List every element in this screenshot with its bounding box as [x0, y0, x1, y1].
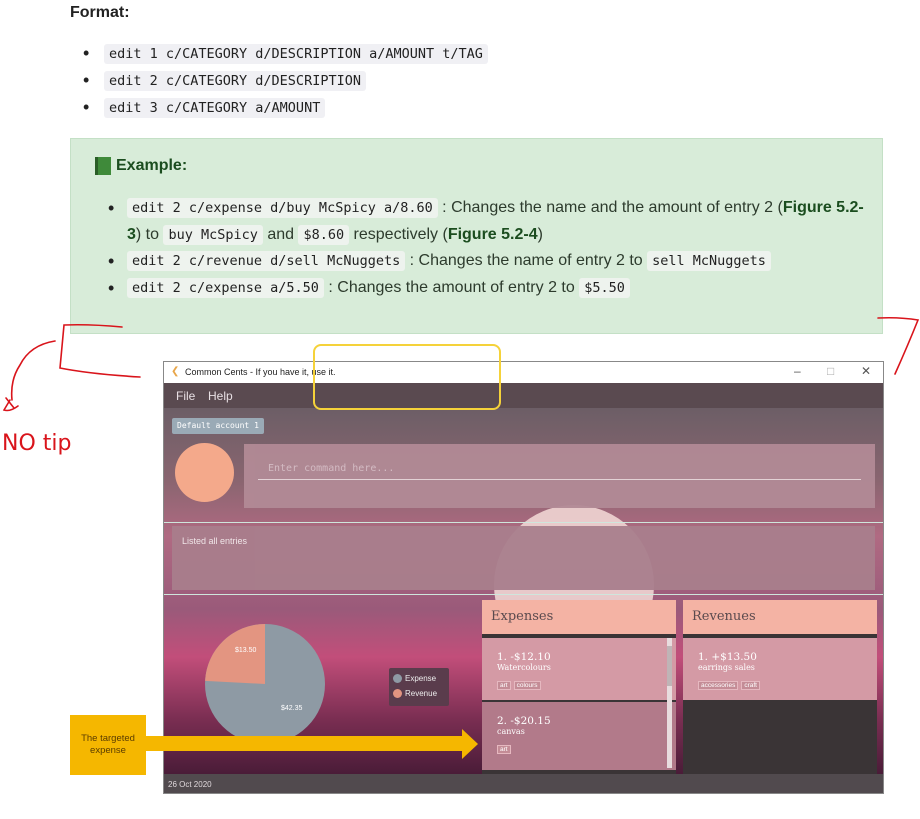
scrollbar-thumb[interactable] — [667, 646, 672, 686]
app-logo-icon: ❮ — [171, 366, 180, 377]
legend-label: Expense — [405, 674, 437, 683]
targeted-entry-highlight — [313, 344, 501, 410]
example-command: edit 2 c/expense a/5.50 — [127, 277, 324, 298]
legend-item-expense: Expense — [393, 674, 437, 684]
hand-arrow-icon — [2, 397, 19, 412]
example-heading: Example: — [95, 157, 187, 175]
pie-slice-revenue — [205, 624, 265, 684]
entry-tag: craft — [741, 681, 760, 690]
window-titlebar: ❮ Common Cents - If you have it, use it.… — [164, 362, 883, 383]
handwriting-text: NO tip — [2, 431, 71, 456]
maximize-button[interactable]: □ — [827, 364, 834, 378]
list-item: edit 2 c/expense d/buy McSpicy a/8.60 : … — [105, 195, 875, 248]
entry-tag: art — [497, 745, 511, 754]
format-command: edit 1 c/CATEGORY d/DESCRIPTION a/AMOUNT… — [104, 44, 488, 64]
expenses-title: Expenses — [482, 600, 676, 634]
list-item: edit 2 c/expense a/5.50 : Changes the am… — [105, 275, 875, 302]
annotation-arrowhead — [462, 729, 478, 759]
example-value: buy McSpicy — [163, 224, 263, 245]
result-text: Listed all entries — [182, 536, 248, 546]
list-item: edit 3 c/CATEGORY a/AMOUNT — [70, 94, 488, 121]
expense-card[interactable]: 2. -$20.15 canvas art — [482, 702, 676, 770]
entry-description: earrings sales — [698, 663, 755, 672]
divider — [164, 594, 883, 595]
example-list: edit 2 c/expense d/buy McSpicy a/8.60 : … — [105, 195, 875, 301]
hand-line — [10, 340, 56, 401]
format-command: edit 2 c/CATEGORY d/DESCRIPTION — [104, 71, 366, 91]
entry-tag: colours — [513, 681, 541, 690]
annotation-arrow — [146, 736, 464, 751]
pie-label-expense: $42.35 — [281, 705, 303, 712]
minimize-button[interactable]: – — [794, 364, 801, 378]
example-text: ) to — [135, 225, 164, 243]
entry-tag: art — [497, 681, 511, 690]
entry-title: 2. -$20.15 — [497, 715, 551, 727]
example-text: respectively ( — [349, 225, 448, 243]
revenue-card[interactable]: 1. +$13.50 earrings sales accessories cra… — [683, 638, 877, 700]
list-item: edit 2 c/CATEGORY d/DESCRIPTION — [70, 67, 488, 94]
example-command: edit 2 c/revenue d/sell McNuggets — [127, 251, 406, 271]
hand-bracket-right — [877, 316, 920, 375]
example-value: $8.60 — [298, 224, 350, 245]
list-item: edit 1 c/CATEGORY d/DESCRIPTION a/AMOUNT… — [70, 40, 488, 67]
example-text: ) — [537, 225, 543, 243]
format-command: edit 3 c/CATEGORY a/AMOUNT — [104, 98, 326, 118]
entry-description: canvas — [497, 727, 525, 736]
revenues-title: Revenues — [683, 600, 877, 634]
example-text: : Changes the amount of entry 2 to — [323, 278, 580, 296]
example-box: Example: edit 2 c/expense d/buy McSpicy … — [70, 138, 883, 334]
example-title: Example: — [116, 157, 188, 174]
expense-card[interactable]: 1. -$12.10 Watercolours art colours — [482, 638, 676, 700]
format-list: edit 1 c/CATEGORY d/DESCRIPTION a/AMOUNT… — [70, 40, 488, 121]
list-item: edit 2 c/revenue d/sell McNuggets : Chan… — [105, 248, 875, 275]
entry-title: 1. +$13.50 — [698, 651, 757, 663]
app-background: Default account 1 Enter command here... … — [164, 408, 883, 774]
menu-file[interactable]: File — [176, 389, 195, 403]
result-box: Listed all entries — [172, 526, 875, 590]
example-text: and — [262, 225, 299, 243]
document: Format: edit 1 c/CATEGORY d/DESCRIPTION … — [0, 0, 920, 819]
status-bar: 26 Oct 2020 — [164, 774, 883, 793]
app-window: ❮ Common Cents - If you have it, use it.… — [163, 361, 884, 794]
menu-bar: File Help — [164, 383, 883, 408]
example-command: edit 2 c/expense d/buy McSpicy a/8.60 — [127, 198, 438, 218]
command-input[interactable]: Enter command here... — [258, 458, 861, 480]
command-box: Enter command here... — [244, 444, 875, 508]
example-value: sell McNuggets — [647, 251, 771, 271]
pie-legend: Expense Revenue — [389, 668, 449, 706]
format-heading: Format: — [70, 4, 130, 21]
divider — [164, 522, 883, 523]
close-button[interactable]: ✕ — [861, 364, 871, 378]
green-book-icon — [95, 157, 111, 175]
annotation-callout: The targeted expense — [70, 715, 146, 775]
example-text: : Changes the name of entry 2 to — [405, 252, 648, 269]
revenues-panel: Revenues 1. +$13.50 earrings sales acces… — [683, 600, 877, 774]
avatar — [175, 443, 234, 502]
example-text: : Changes the name and the amount of ent… — [437, 199, 783, 216]
expenses-panel: Expenses 1. -$12.10 Watercolours art colo… — [482, 600, 676, 774]
menu-help[interactable]: Help — [208, 389, 233, 403]
example-value: $5.50 — [579, 277, 630, 298]
legend-label: Revenue — [405, 689, 438, 698]
entry-description: Watercolours — [497, 663, 551, 672]
legend-item-revenue: Revenue — [393, 689, 438, 699]
account-badge[interactable]: Default account 1 — [172, 418, 264, 434]
figure-link[interactable]: Figure 5.2-4 — [448, 226, 538, 243]
entry-title: 1. -$12.10 — [497, 651, 551, 663]
legend-dot — [393, 689, 402, 699]
entry-tag: accessories — [698, 681, 739, 690]
legend-dot — [393, 674, 402, 684]
pie-label-revenue: $13.50 — [235, 647, 257, 654]
